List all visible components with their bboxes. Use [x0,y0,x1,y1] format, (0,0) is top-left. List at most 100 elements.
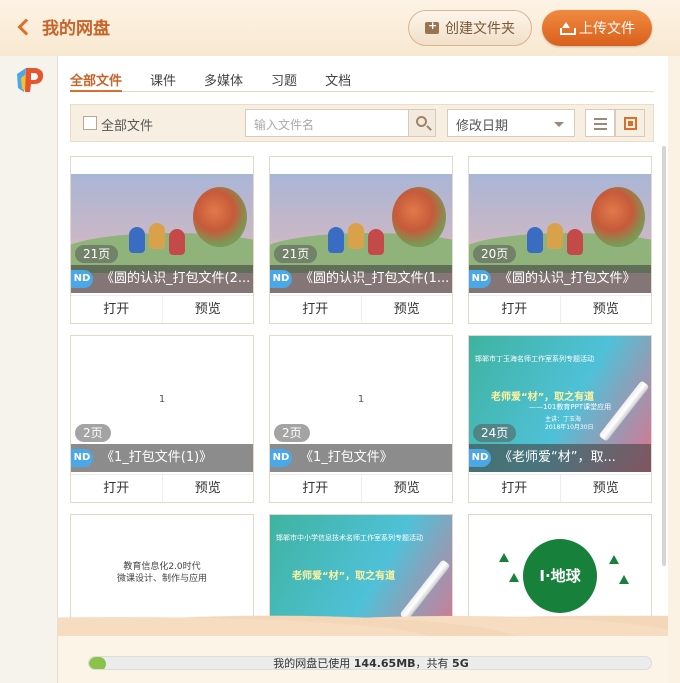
storage-quota-bar: 我的网盘已使用 144.65MB，共有 5G [88,656,652,670]
search-button[interactable] [408,109,436,137]
open-button[interactable]: 打开 [71,296,162,323]
file-name: 《圆的认识_打包文件(1... [270,265,452,293]
preview-button[interactable]: 预览 [161,296,254,323]
caret-down-icon [554,122,564,127]
tab-all-files[interactable]: 全部文件 [70,66,123,92]
page-count-badge: 24页 [473,424,517,442]
file-name: 《老师爱“材”，取... [469,444,651,472]
add-folder-icon [425,19,439,34]
file-type-badge: ND [270,449,292,467]
thumbnail-text: 微课设计、制作与应用 [116,574,207,584]
file-card[interactable]: 1 2页 《1_打包文件(1)》 ND 打开 预览 [70,335,254,503]
card-actions: 打开 预览 [270,474,452,502]
file-card[interactable]: 20页 《圆的认识_打包文件》 ND 打开 预览 [468,156,652,324]
select-all-checkbox[interactable] [83,116,97,130]
tab-multimedia[interactable]: 多媒体 [204,66,243,92]
preview-button[interactable]: 预览 [161,475,254,502]
grid-view-button[interactable] [615,109,645,137]
page-count-badge: 20页 [473,245,517,263]
select-all-label: 全部文件 [101,119,154,134]
list-view-icon [594,118,607,120]
back-button[interactable]: 我的网盘 [14,14,110,39]
thumbnail-text: 1 [158,394,166,405]
preview-button[interactable]: 预览 [360,296,453,323]
page-count-badge: 2页 [75,424,111,442]
file-name: 《1_打包文件(1)》 [71,444,253,472]
create-folder-button[interactable]: 创建文件夹 [408,10,532,46]
window-edge [668,56,680,683]
card-actions: 打开 预览 [469,295,651,323]
thumbnail-text: 老师爱“材”，取之有道 [292,571,396,582]
open-button[interactable]: 打开 [71,475,162,502]
thumbnail-text: 1 [357,394,365,405]
sort-label: 修改日期 [456,119,509,134]
header-bar: 我的网盘 创建文件夹 上传文件 [0,0,680,56]
file-thumbnail[interactable]: 1 2页 《1_打包文件(1)》 ND [71,336,253,472]
open-button[interactable]: 打开 [270,296,361,323]
tab-documents[interactable]: 文档 [325,66,351,92]
app-logo-icon [17,68,44,92]
card-actions: 打开 预览 [270,295,452,323]
thumbnail-text: ——101教育PPT课堂应用 [529,403,612,411]
page-count-badge: 2页 [274,424,310,442]
thumbnail-art [392,187,446,247]
file-card[interactable]: 21页 《圆的认识_打包文件(1... ND 打开 预览 [269,156,453,324]
vertical-scrollbar[interactable] [662,146,666,566]
file-name: 《1_打包文件》 [270,444,452,472]
preview-button[interactable]: 预览 [559,296,652,323]
thumbnail-art [129,227,145,253]
file-card[interactable]: 21页 《圆的认识_打包文件(2... ND 打开 预览 [70,156,254,324]
search-input[interactable]: 输入文件名 [245,109,409,137]
preview-button[interactable]: 预览 [360,475,453,502]
file-thumbnail[interactable]: 21页 《圆的认识_打包文件(2... ND [71,157,253,293]
list-view-icon [594,123,607,125]
card-actions: 打开 预览 [469,474,651,502]
thumbnail-art [193,187,247,247]
tab-courseware[interactable]: 课件 [150,66,176,92]
thumbnail-art [348,223,364,249]
upload-file-button[interactable]: 上传文件 [542,10,652,46]
file-thumbnail[interactable]: 邯郸市丁玉海名师工作室系列专题活动 老师爱“材”，取之有道 ——101教育PPT… [469,336,651,472]
open-button[interactable]: 打开 [469,475,560,502]
thumbnail-art [527,227,543,253]
storage-quota-text: 我的网盘已使用 144.65MB，共有 5G [273,657,469,670]
file-card[interactable]: 1 2页 《1_打包文件》 ND 打开 预览 [269,335,453,503]
file-type-badge: ND [469,270,491,288]
preview-button[interactable]: 预览 [559,475,652,502]
open-button[interactable]: 打开 [469,296,560,323]
cloud-decoration [58,600,668,640]
file-thumbnail[interactable]: 1 2页 《1_打包文件》 ND [270,336,452,472]
thumbnail-art [567,229,583,255]
category-tabs: 全部文件 课件 多媒体 习题 文档 [70,66,654,92]
thumbnail-text: 老师爱“材”，取之有道 [491,392,595,403]
create-folder-label: 创建文件夹 [445,21,515,37]
file-name: 《圆的认识_打包文件(2... [71,265,253,293]
card-actions: 打开 预览 [71,474,253,502]
thumbnail-art [547,223,563,249]
chevron-left-icon [17,18,35,35]
file-thumbnail[interactable]: 20页 《圆的认识_打包文件》 ND [469,157,651,293]
file-thumbnail[interactable]: 21页 《圆的认识_打包文件(1... ND [270,157,452,293]
list-view-button[interactable] [585,109,615,137]
thumbnail-art [609,555,619,564]
list-view-icon [594,128,607,130]
card-actions: 打开 预览 [71,295,253,323]
file-card[interactable]: 邯郸市丁玉海名师工作室系列专题活动 老师爱“材”，取之有道 ——101教育PPT… [468,335,652,503]
page-count-badge: 21页 [75,245,119,263]
file-type-badge: ND [469,449,491,467]
thumbnail-art [149,223,165,249]
upload-icon [559,21,576,35]
tab-exercises[interactable]: 习题 [271,66,297,92]
sort-dropdown[interactable]: 修改日期 [447,109,575,137]
search-icon [416,116,427,127]
grid-view-icon [624,117,637,130]
storage-footer: 我的网盘已使用 144.65MB，共有 5G [58,636,668,683]
open-button[interactable]: 打开 [270,475,361,502]
left-rail [0,56,58,683]
thumbnail-art [169,229,185,255]
thumbnail-art [591,187,645,247]
thumbnail-art [509,573,519,582]
thumbnail-text: 2018年10月30日 [545,424,594,431]
thumbnail-text: 邯郸市中小学信息技术名师工作室系列专题活动 [276,534,423,542]
thumbnail-art [499,553,509,562]
